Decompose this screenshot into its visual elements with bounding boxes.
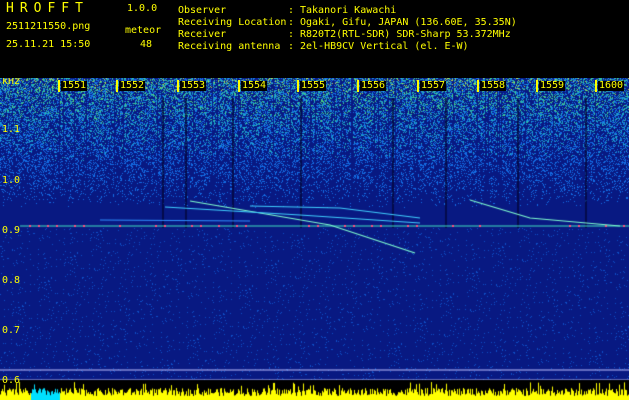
time-marker: [297, 80, 299, 92]
time-tick-label: 1558: [480, 80, 507, 91]
y-tick-label: 1.0: [2, 175, 21, 186]
info-key: Receiving Location: [178, 17, 287, 28]
time-tick-label: 1552: [119, 80, 146, 91]
app-title: HROFFT: [6, 1, 89, 16]
time-marker: [595, 80, 597, 92]
y-tick-label: 1.1: [2, 124, 21, 135]
time-tick-label: 1559: [539, 80, 566, 91]
time-tick-label: 1554: [241, 80, 268, 91]
info-key: Receiver: [178, 29, 227, 40]
time-marker: [238, 80, 240, 92]
time-marker: [477, 80, 479, 92]
spectrogram-panel: kHz 1.1 1.0 0.9 0.8 0.7 0.6 1551 1552 15…: [0, 78, 629, 400]
time-marker: [177, 80, 179, 92]
info-row-location: Receiving Location: Ogaki, Gifu, JAPAN (1…: [178, 17, 517, 29]
info-row-receiver: Receiver: R820T2(RTL-SDR) SDR-Sharp 53.37…: [178, 29, 517, 41]
meteor-label: meteor: [125, 25, 162, 36]
y-tick-label: 0.7: [2, 325, 21, 336]
y-axis-unit: kHz: [2, 78, 21, 87]
time-tick-label: 1556: [360, 80, 387, 91]
station-info: Observer: Takanori Kawachi Receiving Loca…: [178, 5, 517, 53]
info-row-observer: Observer: Takanori Kawachi: [178, 5, 517, 17]
info-value: 2el-HB9CV Vertical (el. E-W): [300, 41, 469, 52]
time-marker: [536, 80, 538, 92]
spectrogram-canvas: [0, 78, 629, 400]
app-version: 1.0.0: [127, 3, 158, 14]
info-colon: :: [288, 5, 295, 16]
info-key: Observer: [178, 5, 227, 16]
time-tick-label: 1553: [180, 80, 207, 91]
info-colon: :: [288, 41, 295, 52]
time-marker: [58, 80, 60, 92]
time-tick-label: 1557: [420, 80, 447, 91]
time-marker: [357, 80, 359, 92]
info-row-antenna: Receiving antenna:2el-HB9CV Vertical (el…: [178, 41, 517, 53]
info-colon: :: [288, 29, 295, 40]
time-tick-label: 1551: [61, 80, 88, 91]
info-key: Receiving antenna: [178, 41, 281, 52]
time-tick-label: 1600: [598, 80, 625, 91]
info-value: R820T2(RTL-SDR) SDR-Sharp 53.372MHz: [300, 29, 511, 40]
info-colon: :: [288, 17, 295, 28]
time-marker: [417, 80, 419, 92]
info-value: Takanori Kawachi: [300, 5, 397, 16]
time-marker: [116, 80, 118, 92]
file-name: 2511211550.png: [6, 21, 91, 32]
y-tick-label: 0.8: [2, 275, 21, 286]
time-tick-label: 1555: [300, 80, 327, 91]
meteor-count: 48: [140, 39, 153, 50]
y-tick-label: 0.6: [2, 375, 21, 386]
header-panel: HROFFT 1.0.0 2511211550.png 25.11.21 15:…: [0, 0, 629, 76]
date-time: 25.11.21 15:50: [6, 39, 91, 50]
y-tick-label: 0.9: [2, 225, 21, 236]
info-value: Ogaki, Gifu, JAPAN (136.60E, 35.35N): [300, 17, 517, 28]
